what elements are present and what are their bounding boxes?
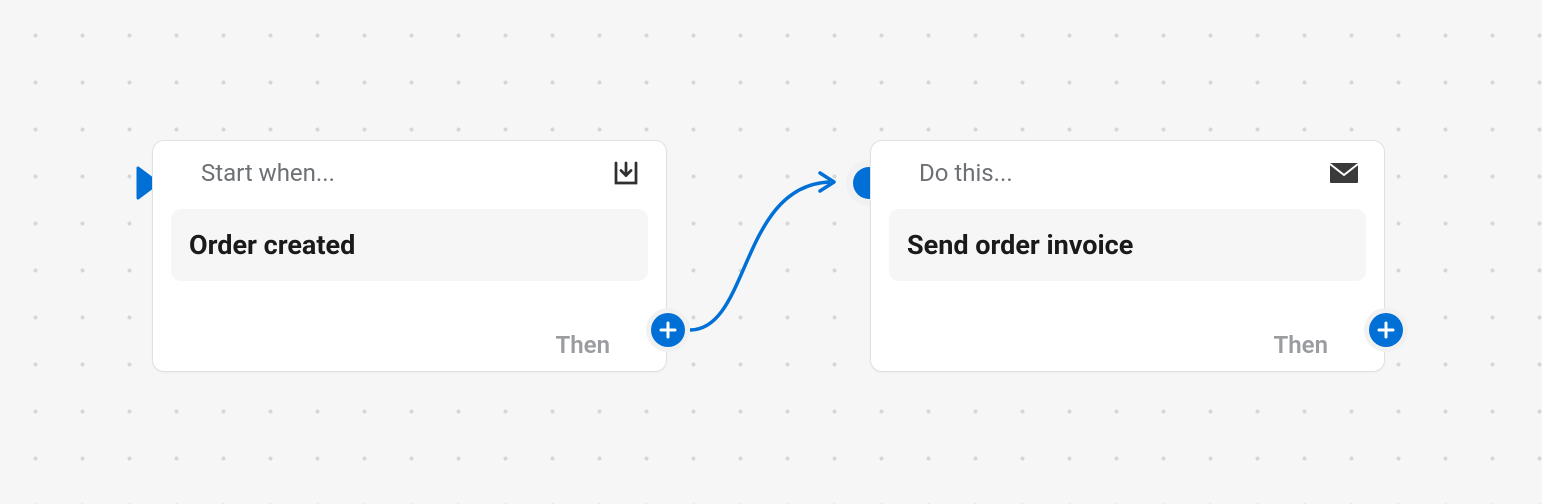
action-node-header: Do this... bbox=[871, 141, 1384, 197]
then-label: Then bbox=[1274, 331, 1328, 359]
trigger-node-header: Start when... bbox=[153, 141, 666, 197]
email-icon bbox=[1328, 157, 1360, 189]
action-node[interactable]: Do this... Send order invoice Then bbox=[870, 140, 1385, 372]
trigger-node-body: Order created bbox=[153, 197, 666, 281]
action-node-body: Send order invoice bbox=[871, 197, 1384, 281]
trigger-node[interactable]: Start when... Order created Then bbox=[152, 140, 667, 372]
trigger-node-footer: Then bbox=[556, 331, 610, 359]
action-chip[interactable]: Send order invoice bbox=[889, 209, 1366, 281]
workflow-canvas[interactable]: Start when... Order created Then bbox=[0, 0, 1542, 504]
inbox-download-icon bbox=[610, 157, 642, 189]
then-label: Then bbox=[556, 331, 610, 359]
trigger-chip[interactable]: Order created bbox=[171, 209, 648, 281]
action-header-label: Do this... bbox=[919, 159, 1013, 187]
trigger-header-label: Start when... bbox=[201, 159, 335, 187]
add-step-button[interactable] bbox=[646, 308, 690, 352]
plus-icon bbox=[651, 313, 685, 347]
action-node-footer: Then bbox=[1274, 331, 1328, 359]
plus-icon bbox=[1369, 313, 1403, 347]
add-step-button[interactable] bbox=[1364, 308, 1408, 352]
